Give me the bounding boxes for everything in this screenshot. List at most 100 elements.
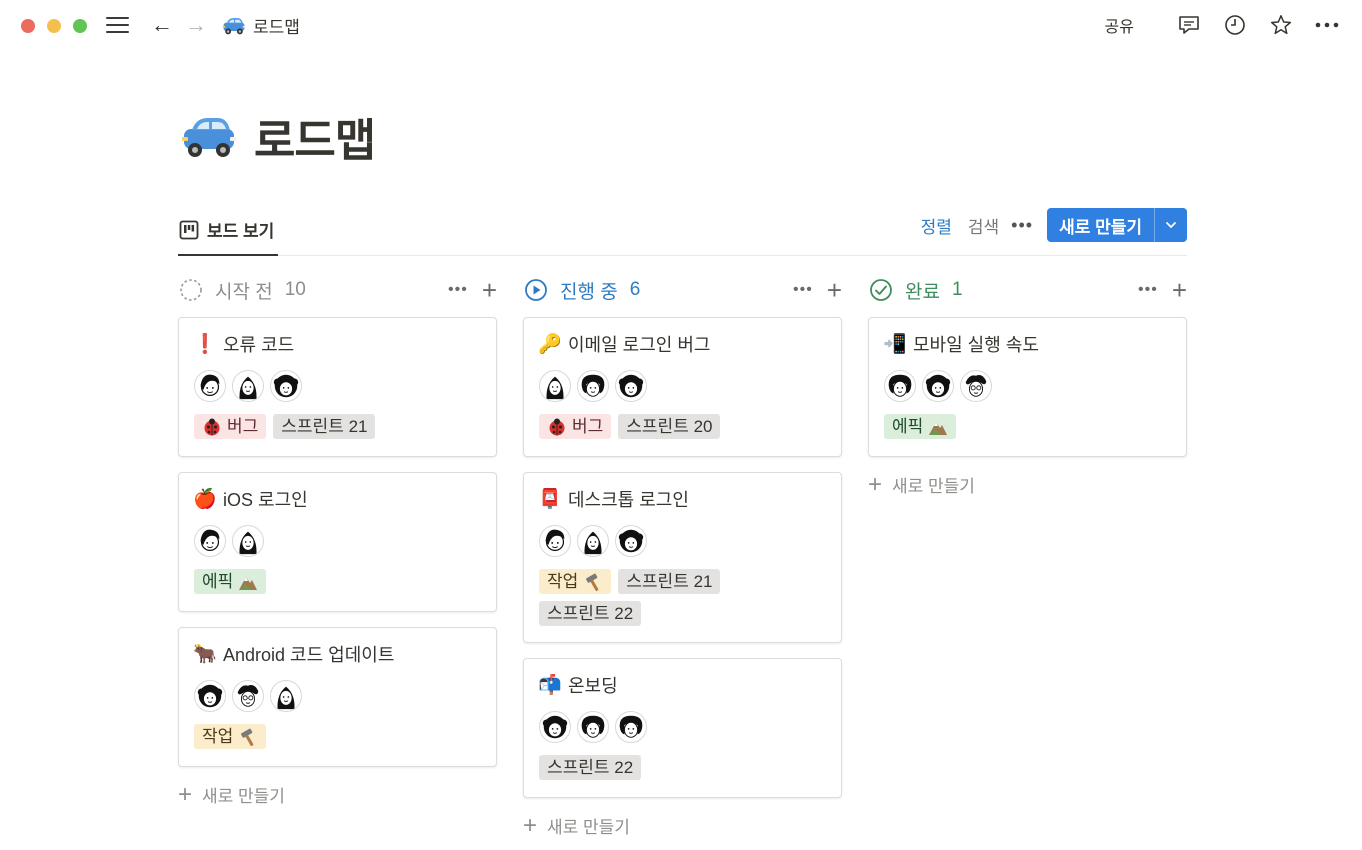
assignee-list <box>539 525 826 557</box>
tag-task: 작업 <box>539 569 612 594</box>
assignee-list <box>194 525 481 557</box>
top-actions: 공유 <box>1105 10 1340 40</box>
search-button[interactable]: 검색 <box>968 213 999 238</box>
car-icon[interactable] <box>178 111 240 163</box>
board-card[interactable]: 📲 모바일 실행 속도 에픽 <box>868 317 1187 457</box>
forward-arrow-icon[interactable]: → <box>185 12 207 38</box>
avatar[interactable] <box>922 370 954 402</box>
avatar[interactable] <box>615 711 647 743</box>
board-card[interactable]: 🐂 Android 코드 업데이트 작업 <box>178 627 497 767</box>
plus-icon: + <box>868 470 883 498</box>
assignee-list <box>884 370 1171 402</box>
column-name: 완료 <box>905 281 940 303</box>
hammer-icon <box>585 572 600 591</box>
avatar[interactable] <box>539 370 571 402</box>
apple-icon: 🍎 <box>193 489 217 510</box>
board-card[interactable]: 🍎 iOS 로그인 에픽 <box>178 472 497 612</box>
page-title[interactable]: 로드맵 <box>254 104 376 169</box>
not-started-status-icon <box>180 279 202 301</box>
card-title-text: 오류 코드 <box>223 335 295 355</box>
breadcrumb[interactable]: 로드맵 <box>221 13 300 38</box>
column-more-button[interactable]: ••• <box>1138 281 1158 299</box>
avatar[interactable] <box>232 370 264 402</box>
avatar[interactable] <box>194 370 226 402</box>
assignee-list <box>194 370 481 402</box>
avatar[interactable] <box>960 370 992 402</box>
board-card[interactable]: ❗ 오류 코드 버그 스프린트 21 <box>178 317 497 457</box>
in-progress-status-icon <box>525 279 547 301</box>
sort-button[interactable]: 정렬 <box>921 213 952 238</box>
avatar[interactable] <box>232 525 264 557</box>
card-title: 📮 데스크톱 로그인 <box>538 487 826 511</box>
avatar[interactable] <box>270 370 302 402</box>
add-card-button[interactable]: + 새로 만들기 <box>178 782 285 807</box>
back-arrow-icon[interactable]: ← <box>151 12 173 38</box>
tag-label: 에픽 <box>202 572 234 591</box>
window-close-button[interactable] <box>21 19 35 33</box>
ladybug-icon <box>204 417 220 436</box>
card-title-text: 데스크톱 로그인 <box>568 490 689 510</box>
window-minimize-button[interactable] <box>47 19 61 33</box>
avatar[interactable] <box>539 711 571 743</box>
comment-icon[interactable] <box>1176 12 1202 38</box>
avatar[interactable] <box>884 370 916 402</box>
plus-icon: + <box>178 780 193 808</box>
avatar[interactable] <box>270 680 302 712</box>
share-button[interactable]: 공유 <box>1105 13 1134 37</box>
card-title-text: iOS 로그인 <box>223 490 308 510</box>
tag-label: 버그 <box>572 417 604 436</box>
assignee-list <box>539 711 826 743</box>
tag-list: 작업 스프린트 21 스프린트 22 <box>539 569 826 638</box>
card-title: 🐂 Android 코드 업데이트 <box>193 642 481 666</box>
mountain-icon <box>239 576 258 590</box>
tab-board-view[interactable]: 보드 보기 <box>178 205 279 256</box>
tag-label: 작업 <box>547 572 579 591</box>
card-title: ❗ 오류 코드 <box>193 332 481 356</box>
column-add-button[interactable]: + <box>827 277 842 303</box>
add-card-button[interactable]: + 새로 만들기 <box>523 813 630 838</box>
board-column-done: 완료 1 ••• + 📲 모바일 실행 속도 에픽 + 새로 만들기 <box>868 275 1187 496</box>
title-bar: ← → 로드맵 공유 <box>0 0 1362 50</box>
add-card-button[interactable]: + 새로 만들기 <box>868 472 975 497</box>
board-card[interactable]: 📬 온보딩 스프린트 22 <box>523 658 842 798</box>
avatar[interactable] <box>615 525 647 557</box>
column-add-button[interactable]: + <box>1172 277 1187 303</box>
new-button[interactable]: 새로 만들기 <box>1047 208 1187 242</box>
view-more-button[interactable]: ••• <box>1011 215 1033 236</box>
plus-icon: + <box>523 811 538 839</box>
mountain-icon <box>929 421 948 435</box>
avatar[interactable] <box>577 525 609 557</box>
view-actions: 정렬 검색 ••• 새로 만들기 <box>921 208 1187 242</box>
avatar[interactable] <box>539 525 571 557</box>
star-icon[interactable] <box>1268 12 1294 38</box>
board-card[interactable]: 📮 데스크톱 로그인 작업 스프린트 21 스프린트 22 <box>523 472 842 643</box>
avatar[interactable] <box>232 680 264 712</box>
avatar[interactable] <box>615 370 647 402</box>
new-button-label[interactable]: 새로 만들기 <box>1047 208 1155 242</box>
column-add-button[interactable]: + <box>482 277 497 303</box>
board-column-in-progress: 진행 중 6 ••• + 🔑 이메일 로그인 버그 버그 스프린트 20 📮 데… <box>523 275 842 837</box>
more-icon[interactable] <box>1314 12 1340 38</box>
menu-icon[interactable] <box>106 15 130 35</box>
chevron-down-icon[interactable] <box>1155 208 1187 242</box>
column-more-button[interactable]: ••• <box>793 281 813 299</box>
card-title: 🔑 이메일 로그인 버그 <box>538 332 826 356</box>
column-more-button[interactable]: ••• <box>448 281 468 299</box>
board-card[interactable]: 🔑 이메일 로그인 버그 버그 스프린트 20 <box>523 317 842 457</box>
tag-label: 버그 <box>227 417 259 436</box>
window-zoom-button[interactable] <box>73 19 87 33</box>
add-card-label: 새로 만들기 <box>202 787 285 806</box>
tag-label: 에픽 <box>892 417 924 436</box>
column-count: 6 <box>629 279 641 300</box>
column-tools: ••• + <box>793 275 842 305</box>
avatar[interactable] <box>577 711 609 743</box>
tag-list: 에픽 <box>194 569 481 606</box>
history-clock-icon[interactable] <box>1222 12 1248 38</box>
avatar[interactable] <box>577 370 609 402</box>
tag-epic: 에픽 <box>884 414 957 439</box>
card-title-text: Android 코드 업데이트 <box>223 645 395 665</box>
add-card-label: 새로 만들기 <box>547 818 630 837</box>
avatar[interactable] <box>194 525 226 557</box>
tag-bug: 버그 <box>539 414 612 439</box>
avatar[interactable] <box>194 680 226 712</box>
